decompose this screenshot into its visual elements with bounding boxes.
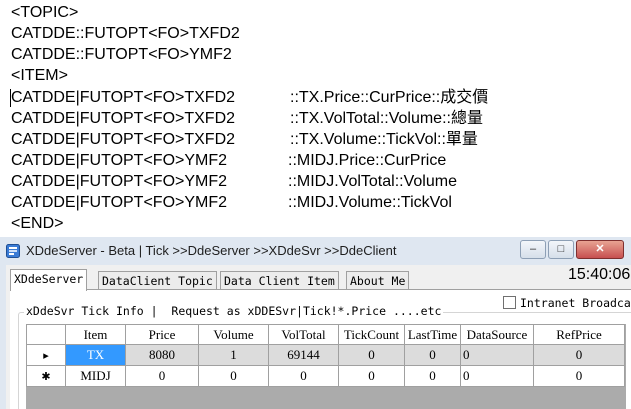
column-header[interactable]: TickCount [338,324,405,345]
app-icon[interactable] [6,244,20,258]
table-cell[interactable]: 0 [198,365,269,387]
data-table: Item Price Volume VolTotal TickCount Las… [26,324,625,387]
column-header[interactable]: Volume [198,324,269,345]
table-cell[interactable]: TX [65,344,126,366]
editor-line: <TOPIC> [11,4,79,21]
new-row-icon[interactable]: ✱ [26,365,66,387]
table-cell[interactable]: 1 [198,344,269,366]
column-header[interactable]: VolTotal [268,324,339,345]
table-cell[interactable]: 0 [268,365,339,387]
table-header-row: Item Price Volume VolTotal TickCount Las… [26,324,625,345]
editor-line: CATDDE|FUTOPT<FO>YMF2::MIDJ.Volume::Tick… [11,194,452,211]
window-title: XDdeServer - Beta | Tick >>DdeServer >>X… [26,243,397,258]
editor-line-field: ::MIDJ.Price::CurPrice [288,152,447,169]
minimize-button[interactable]: – [520,240,546,259]
checkbox-box[interactable] [503,296,516,309]
column-header[interactable]: DataSource [460,324,534,345]
table-cell[interactable]: 0 [404,344,461,366]
maximize-button[interactable]: □ [548,240,574,259]
editor-line-field: ::TX.Volume::TickVol::單量 [290,131,478,148]
row-header-corner [26,324,66,345]
editor-line: CATDDE|FUTOPT<FO>TXFD2::TX.Volume::TickV… [11,131,478,148]
editor-line: CATDDE::FUTOPT<FO>YMF2 [11,46,232,63]
editor-line: CATDDE|FUTOPT<FO>YMF2::MIDJ.Price::CurPr… [11,152,447,169]
editor-line: CATDDE|FUTOPT<FO>YMF2::MIDJ.VolTotal::Vo… [11,173,457,190]
tab-data-client-item[interactable]: Data Client Item [220,271,339,290]
table-cell[interactable]: MIDJ [65,365,126,387]
table-cell[interactable]: 0 [460,365,534,387]
title-bar[interactable]: XDdeServer - Beta | Tick >>DdeServer >>X… [0,237,631,265]
table-cell[interactable]: 0 [533,365,625,387]
column-header[interactable]: RefPrice [533,324,625,345]
row-indicator-icon[interactable]: ▸ [26,344,66,366]
tab-about-me[interactable]: About Me [346,271,410,290]
app-window: XDdeServer - Beta | Tick >>DdeServer >>X… [0,237,631,409]
table-cell[interactable]: 69144 [268,344,339,366]
table-cell[interactable]: 0 [404,365,461,387]
table-cell[interactable]: 0 [125,365,199,387]
clock-label: 15:40:06 [568,266,631,283]
column-header[interactable]: LastTime [404,324,461,345]
intranet-broadcast-label: Intranet Broadca [520,296,631,310]
tab-dataclient-topic[interactable]: DataClient Topic [98,271,217,290]
editor-line: <ITEM> [11,67,68,84]
table-row[interactable]: ✱ MIDJ 0 0 0 0 0 0 0 [26,365,625,387]
table-cell[interactable]: 0 [338,365,405,387]
intranet-broadcast-checkbox[interactable]: Intranet Broadca [503,296,631,310]
editor-line-field: ::MIDJ.Volume::TickVol [288,194,452,211]
table-cell[interactable]: 0 [338,344,405,366]
editor-line-field: ::TX.VolTotal::Volume::總量 [290,110,483,127]
window-client-area: XDdeServer DataClient Topic Data Client … [6,265,631,409]
editor-line: CATDDE|FUTOPT<FO>TXFD2::TX.VolTotal::Vol… [11,110,483,127]
text-editor[interactable]: <TOPIC> CATDDE::FUTOPT<FO>TXFD2 CATDDE::… [0,0,631,240]
editor-line-field: ::MIDJ.VolTotal::Volume [288,173,457,190]
editor-line: CATDDE|FUTOPT<FO>TXFD2::TX.Price::CurPri… [11,89,489,106]
editor-line-field: ::TX.Price::CurPrice::成交價 [290,89,489,106]
editor-line: CATDDE::FUTOPT<FO>TXFD2 [11,25,240,42]
table-cell[interactable]: 0 [533,344,625,366]
tab-xddeserver[interactable]: XDdeServer [10,269,88,291]
tab-panel-xddeserver: Intranet Broadca xDdeSvr Tick Info | Req… [10,289,631,409]
column-header[interactable]: Item [65,324,126,345]
editor-line: <END> [11,215,64,232]
table-row[interactable]: ▸ TX 8080 1 69144 0 0 0 0 [26,344,625,366]
group-caption: xDdeSvr Tick Info | Request as xDDESvr|T… [24,304,444,318]
close-button[interactable]: ✕ [576,240,624,259]
column-header[interactable]: Price [125,324,199,345]
text-caret [10,89,11,107]
tick-data-grid[interactable]: Item Price Volume VolTotal TickCount Las… [26,324,626,409]
table-cell[interactable]: 8080 [125,344,199,366]
table-cell[interactable]: 0 [460,344,534,366]
